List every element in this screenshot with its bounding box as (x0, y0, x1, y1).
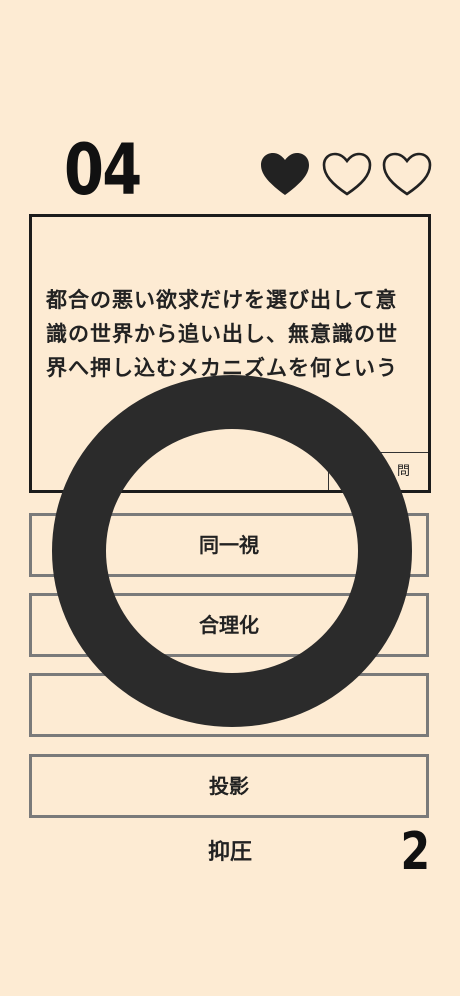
remaining-counter: 2 (400, 822, 430, 882)
question-number: 04 (64, 129, 142, 211)
choice-button-4[interactable]: 投影 (29, 754, 429, 818)
heart-outline-icon (382, 152, 432, 196)
correct-circle-icon (52, 375, 412, 727)
answer-label: 抑圧 (207, 839, 252, 865)
heart-outline-icon (322, 152, 372, 196)
lives-indicator (258, 150, 434, 200)
question-text: 都合の悪い欲求だけを選び出して意識の世界から追い出し、無意識の世界へ押し込むメカ… (46, 287, 398, 380)
heart-filled-icon (261, 153, 309, 195)
